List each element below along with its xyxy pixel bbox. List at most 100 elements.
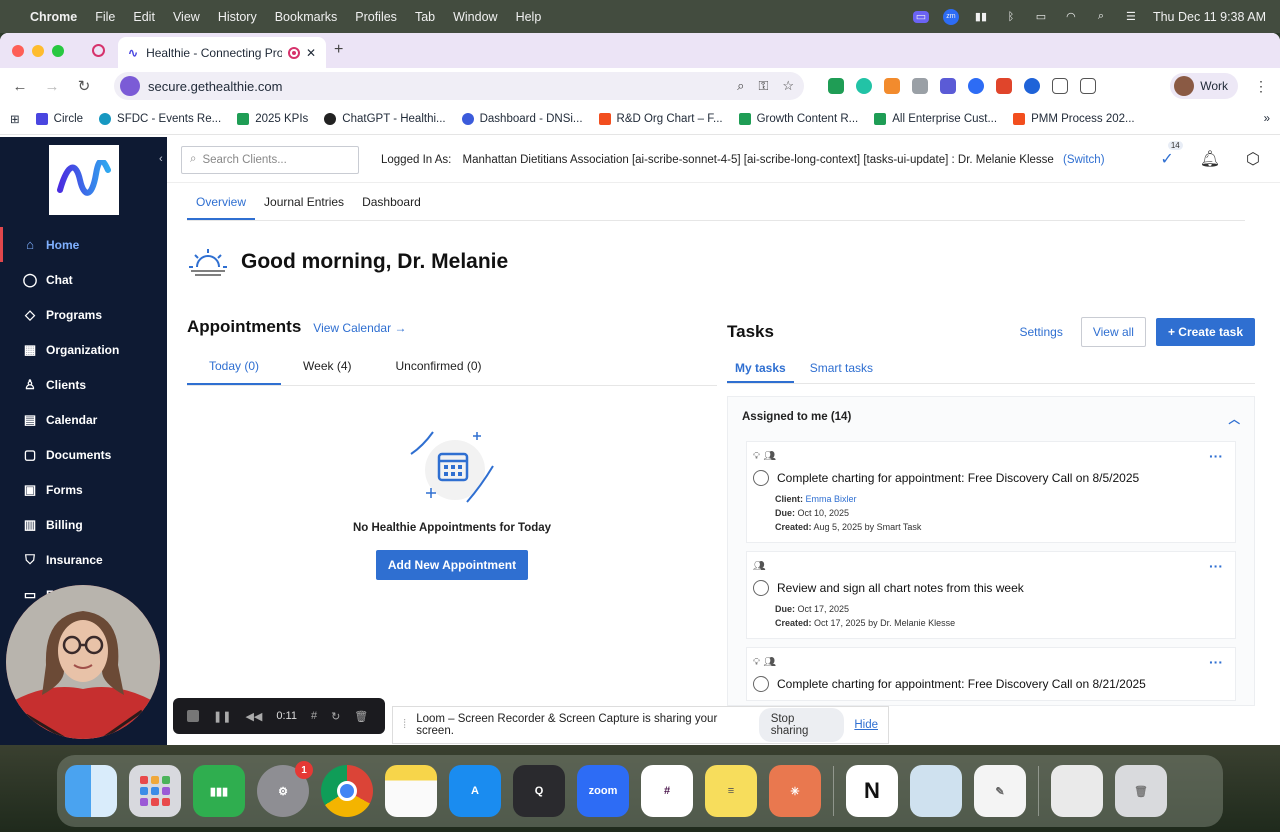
bookmark-item[interactable]: ChatGPT - Healthi... [324,113,446,125]
close-window-button[interactable] [12,44,24,57]
menu-help[interactable]: Help [516,10,542,24]
documents-stack-icon[interactable] [1051,765,1103,817]
task-complete-checkbox[interactable] [753,580,769,596]
site-info-icon[interactable] [120,76,140,96]
sidebar-item-forms[interactable]: ▣ Forms [0,472,167,507]
bookmark-item[interactable]: PMM Process 202... [1013,113,1135,125]
chevron-up-icon[interactable]: ︿ [1229,411,1241,427]
notifications-bell-icon[interactable]: 🔔︎ [1200,149,1220,169]
tab-week[interactable]: Week (4) [281,349,373,385]
tasks-check-icon[interactable]: ✓ 14 [1160,141,1183,169]
bookmark-item[interactable]: Circle [35,113,83,125]
menu-bookmarks[interactable]: Bookmarks [275,10,338,24]
system-settings-icon[interactable]: ⚙ 1 [257,761,313,817]
view-calendar-link[interactable]: View Calendar → [313,321,406,335]
sidebar-item-chat[interactable]: ◯ Chat [0,262,167,297]
sidebar-item-calendar[interactable]: ▤ Calendar [0,402,167,437]
zoom-app-icon[interactable]: zoom [577,765,629,817]
new-tab-button[interactable]: + [334,41,343,59]
battery-icon[interactable]: ▭ [1033,11,1049,23]
menu-history[interactable]: History [218,10,257,24]
delete-icon[interactable]: 🗑︎ [354,710,368,723]
menu-chrome[interactable]: Chrome [30,10,77,24]
control-center-icon[interactable]: ☰ [1123,11,1139,23]
rewind-icon[interactable]: ◀◀ [245,710,262,723]
bluetooth-icon[interactable]: ᛒ [1003,11,1019,23]
extension-3-icon[interactable] [884,78,900,94]
tab-unconfirmed[interactable]: Unconfirmed (0) [374,349,504,385]
sidebar-item-billing[interactable]: ▥ Billing [0,507,167,542]
bookmark-item[interactable]: SFDC - Events Re... [99,113,221,125]
bookmark-item[interactable]: 2025 KPIs [237,113,308,125]
task-title[interactable]: Complete charting for appointment: Free … [777,471,1139,485]
bookmark-item[interactable]: R&D Org Chart – F... [598,113,723,125]
menu-view[interactable]: View [173,10,200,24]
menu-file[interactable]: File [95,10,115,24]
tasks-settings-link[interactable]: Settings [1019,325,1062,339]
task-title[interactable]: Complete charting for appointment: Free … [777,677,1146,691]
claude-icon[interactable]: ✳ [769,765,821,817]
switch-account-link[interactable]: (Switch) [1063,154,1105,166]
search-icon[interactable]: ⌕ [1093,10,1109,23]
stop-recording-icon[interactable] [187,710,199,722]
task-title[interactable]: Review and sign all chart notes from thi… [777,581,1024,595]
camera-extension-icon[interactable] [912,78,928,94]
restart-icon[interactable]: ↻ [331,710,340,723]
tab-my-tasks[interactable]: My tasks [727,355,794,383]
loom-webcam-bubble[interactable] [6,585,160,739]
screen-share-icon[interactable]: ▭ [912,10,929,23]
sidebar-item-insurance[interactable]: ⛉ Insurance [0,542,167,577]
extension-5-icon[interactable] [940,78,956,94]
address-bar[interactable]: secure.gethealthie.com ⌕ ⚿ ☆ [114,72,804,100]
pause-icon[interactable]: ❚❚ [213,710,231,723]
slack-icon[interactable]: # [641,765,693,817]
profile-button[interactable]: Work [1170,73,1238,99]
menu-window[interactable]: Window [453,10,497,24]
tab-close-icon[interactable]: ✕ [306,46,316,60]
menu-edit[interactable]: Edit [133,10,155,24]
menu-tab[interactable]: Tab [415,10,435,24]
integrations-icon[interactable]: ⬡ [1246,149,1260,169]
add-new-appointment-button[interactable]: Add New Appointment [375,550,529,580]
sidebar-item-documents[interactable]: ▢ Documents [0,437,167,472]
collapse-sidebar-icon[interactable]: ‹ [159,153,163,165]
view-all-tasks-button[interactable]: View all [1080,317,1146,347]
tab-dashboard[interactable]: Dashboard [353,183,430,220]
stop-sharing-button[interactable]: Stop sharing [758,708,845,742]
back-icon[interactable]: ← [12,78,28,95]
tab-search-icon[interactable] [1080,78,1096,94]
task-complete-checkbox[interactable] [753,470,769,486]
healthie-logo[interactable] [49,145,119,215]
quicktime-icon[interactable]: Q [513,765,565,817]
browser-tab-healthie[interactable]: ∿ Healthie - Connecting Pro ✕ [118,37,326,68]
drag-handle-icon[interactable]: ⁞ [403,719,406,731]
extension-1-icon[interactable] [828,78,844,94]
bookmark-item[interactable]: Growth Content R... [738,113,858,125]
bookmark-star-icon[interactable]: ☆ [782,78,794,94]
minimize-window-button[interactable] [32,44,44,57]
task-card[interactable]: 💡︎ 👥︎ ··· Complete charting for appointm… [746,441,1236,543]
task-card[interactable]: 💡︎ 👥︎ ··· Complete charting for appointm… [746,647,1236,701]
browser-menu-icon[interactable]: ⋮ [1254,78,1268,95]
menubar-clock[interactable]: Thu Dec 11 9:38 AM [1153,10,1266,24]
reload-icon[interactable]: ↻ [76,77,92,95]
stickies-icon[interactable]: ≡ [705,765,757,817]
menu-profiles[interactable]: Profiles [355,10,397,24]
sidebar-item-programs[interactable]: ◇ Programs [0,297,167,332]
finder-icon[interactable] [65,765,117,817]
search-clients-input[interactable]: ⌕ Search Clients... [181,145,359,174]
audio-bars-icon[interactable]: ▮▮ [973,11,989,23]
grid-icon[interactable]: # [311,710,317,722]
app-store-icon[interactable]: A [449,765,501,817]
zoom-menubar-icon[interactable]: zm [942,8,959,25]
extension-2-icon[interactable] [856,78,872,94]
task-more-icon[interactable]: ··· [1209,448,1223,464]
sidebar-item-organization[interactable]: ▦ Organization [0,332,167,367]
forward-icon[interactable]: → [44,78,60,95]
task-more-icon[interactable]: ··· [1209,654,1223,670]
preview-icon[interactable] [910,765,962,817]
bookmark-item[interactable]: All Enterprise Cust... [874,113,997,125]
extension-7-icon[interactable] [996,78,1012,94]
notes-icon[interactable] [385,765,437,817]
create-task-button[interactable]: + Create task [1155,318,1255,346]
